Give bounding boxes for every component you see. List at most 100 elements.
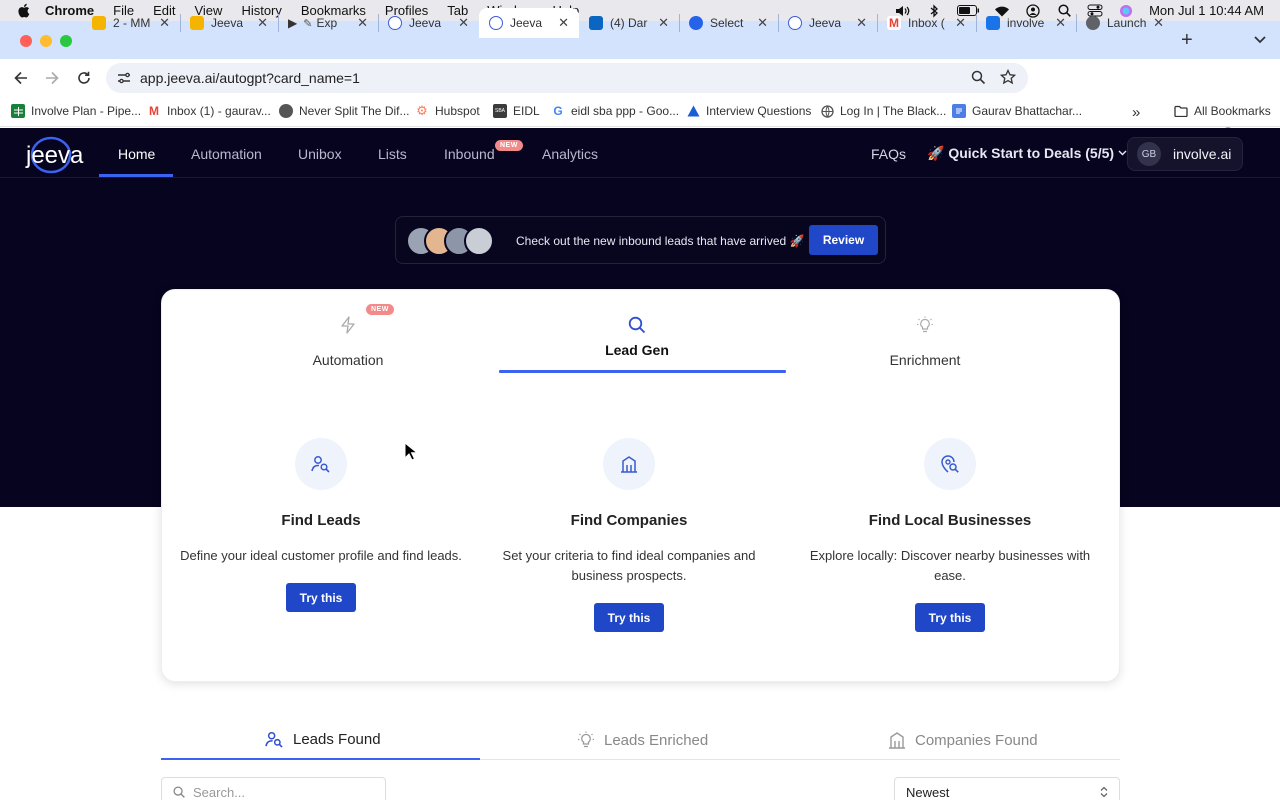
slides-icon (190, 16, 204, 30)
close-tab-icon[interactable]: ✕ (955, 15, 966, 31)
bookmark-item[interactable]: ⚙ Hubspot (415, 103, 480, 118)
tab-active-indicator (161, 758, 480, 760)
browser-tab[interactable]: Jeeva ✕ (778, 8, 877, 38)
close-window-button[interactable] (20, 35, 32, 47)
user-search-icon (295, 438, 347, 490)
close-tab-icon[interactable]: ✕ (658, 15, 669, 31)
browser-tab[interactable]: Jeeva ✕ (180, 8, 278, 38)
bookmark-label: Involve Plan - Pipe... (31, 104, 142, 118)
try-find-local-businesses-button[interactable]: Try this (915, 603, 985, 632)
try-find-leads-button[interactable]: Try this (286, 583, 356, 612)
tab-lead-gen[interactable]: Lead Gen (493, 314, 781, 358)
sort-dropdown[interactable]: Newest (894, 777, 1120, 800)
site-settings-icon[interactable] (117, 71, 131, 85)
location-search-icon (924, 438, 976, 490)
bookmark-item[interactable]: Involve Plan - Pipe... (11, 104, 141, 118)
close-tab-icon[interactable]: ✕ (757, 15, 768, 31)
browser-tab[interactable]: Select ✕ (679, 8, 778, 38)
nav-unibox[interactable]: Unibox (298, 146, 342, 162)
close-tab-icon[interactable]: ✕ (257, 15, 268, 31)
apple-icon[interactable] (17, 3, 31, 18)
minimize-window-button[interactable] (40, 35, 52, 47)
pencil-icon: ✎ (303, 17, 313, 30)
tab-label: Companies Found (915, 731, 1038, 749)
feature-find-leads: Find Leads Define your ideal customer pr… (171, 438, 471, 612)
bookmark-label: Inbox (1) - gaurav... (167, 104, 271, 118)
quick-start-button[interactable]: 🚀 Quick Start to Deals (5/5) (927, 145, 1127, 162)
address-bar[interactable]: app.jeeva.ai/autogpt?card_name=1 (106, 63, 1028, 93)
bookmark-item[interactable]: SBA EIDL (493, 104, 540, 118)
try-find-companies-button[interactable]: Try this (594, 603, 664, 632)
nav-active-indicator (99, 174, 173, 177)
search-field[interactable] (161, 777, 386, 800)
faqs-link[interactable]: FAQs (871, 146, 906, 162)
browser-tab[interactable]: Jeeva ✕ (378, 8, 479, 38)
zoom-icon[interactable] (971, 70, 986, 90)
all-bookmarks[interactable]: All Bookmarks (1174, 104, 1271, 118)
tab-title: Jeeva (510, 16, 543, 30)
org-switcher[interactable]: GB involve.ai (1127, 137, 1243, 171)
more-bookmarks-chevron-icon[interactable]: » (1132, 104, 1140, 121)
bookmark-star-icon[interactable] (999, 68, 1017, 90)
nav-analytics[interactable]: Analytics (542, 146, 598, 162)
tab-companies-found[interactable]: Companies Found (888, 731, 1038, 749)
browser-tab[interactable]: ▶ ✎ Exp ✕ (278, 8, 378, 38)
lead-gen-card: Automation NEW Lead Gen Enrichment Find … (161, 289, 1120, 682)
close-tab-icon[interactable]: ✕ (458, 15, 469, 31)
close-tab-icon[interactable]: ✕ (1055, 15, 1066, 31)
close-tab-icon[interactable]: ✕ (1153, 15, 1164, 31)
gmail-icon: M (887, 16, 901, 30)
bookmark-item[interactable]: Never Split The Dif... (279, 104, 409, 118)
nav-inbound[interactable]: Inbound (444, 146, 495, 162)
browser-tab[interactable]: M Inbox ( ✕ (877, 8, 976, 38)
bookmark-label: Interview Questions (706, 104, 812, 118)
nav-home[interactable]: Home (118, 146, 155, 162)
tab-label: Enrichment (889, 352, 961, 368)
tab-search-chevron-icon[interactable] (1254, 31, 1266, 49)
browser-tab-active[interactable]: Jeeva ✕ (479, 8, 579, 38)
close-tab-icon[interactable]: ✕ (856, 15, 867, 31)
close-tab-icon[interactable]: ✕ (558, 15, 569, 31)
tab-leads-enriched[interactable]: Leads Enriched (577, 731, 708, 749)
bookmark-item[interactable]: Gaurav Bhattachar... (952, 104, 1082, 118)
folder-icon (1174, 104, 1188, 118)
bookmark-item[interactable]: M Inbox (1) - gaurav... (147, 104, 271, 118)
url-text[interactable]: app.jeeva.ai/autogpt?card_name=1 (140, 70, 360, 86)
tab-leads-found[interactable]: Leads Found (265, 731, 381, 748)
browser-tab[interactable]: involve ✕ (976, 8, 1076, 38)
lightning-icon (204, 314, 492, 336)
reload-icon[interactable] (75, 69, 93, 87)
forward-arrow-icon[interactable] (43, 69, 61, 87)
tab-enrichment[interactable]: Enrichment (781, 314, 1069, 368)
browser-tab[interactable]: (4) Dar ✕ (579, 8, 679, 38)
browser-tab[interactable]: 2 - MM ✕ (82, 8, 180, 38)
bookmark-item[interactable]: Log In | The Black... (820, 104, 946, 118)
nav-lists[interactable]: Lists (378, 146, 407, 162)
bookmark-item[interactable]: Interview Questions (686, 104, 811, 118)
browser-tab[interactable]: Launch ✕ (1076, 8, 1174, 38)
jeeva-logo[interactable]: jeeva (24, 132, 96, 176)
close-tab-icon[interactable]: ✕ (357, 15, 368, 31)
zoom-window-button[interactable] (60, 35, 72, 47)
tab-automation[interactable]: Automation (204, 314, 492, 368)
tab-title: Jeeva (211, 16, 244, 30)
close-tab-icon[interactable]: ✕ (159, 15, 170, 31)
lightbulb-icon (577, 731, 595, 749)
back-arrow-icon[interactable] (12, 69, 30, 87)
org-name: involve.ai (1173, 146, 1232, 162)
sort-value: Newest (906, 784, 950, 800)
calendar-icon (986, 16, 1000, 30)
feature-find-local-businesses: Find Local Businesses Explore locally: D… (800, 438, 1100, 632)
globe-icon (1086, 16, 1100, 30)
review-button[interactable]: Review (809, 225, 878, 255)
new-badge: NEW (495, 140, 523, 151)
new-tab-button[interactable]: + (1181, 29, 1193, 52)
bookmark-item[interactable]: G eidl sba ppp - Goo... (551, 104, 679, 118)
banner-text: Check out the new inbound leads that hav… (516, 234, 805, 248)
building-icon (603, 438, 655, 490)
search-input[interactable] (193, 784, 373, 800)
sheets-icon (11, 104, 25, 118)
nav-automation[interactable]: Automation (191, 146, 262, 162)
feature-description: Explore locally: Discover nearby busines… (809, 548, 1091, 583)
feature-description: Set your criteria to find ideal companie… (502, 548, 756, 583)
